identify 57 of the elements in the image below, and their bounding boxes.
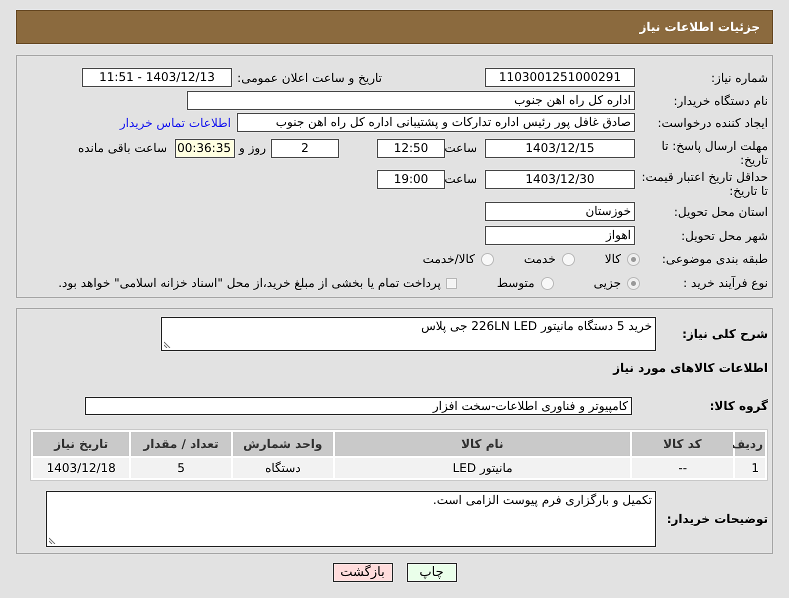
table-cell: 1 [735, 458, 765, 478]
checkbox-label: پرداخت تمام یا بخشی از مبلغ خرید،از محل "اسناد خزانه اسلامی" خواهد بود. [58, 275, 441, 292]
column-header: تعداد / مقدار [131, 432, 231, 456]
field-label: شرح کلی نیاز: [681, 326, 768, 343]
field-label: شهر محل تحویل: [680, 228, 768, 242]
time-label: ساعت [445, 140, 478, 157]
column-header: تاریخ نیاز [32, 432, 130, 456]
input-field[interactable]: 1403/12/13 - 11:51 [82, 68, 232, 87]
time-label: ساعت [445, 171, 478, 188]
description-text: خرید 5 دستگاه مانیتور 226LN LED جی پلاس [421, 319, 652, 333]
column-header: کد کالا [632, 432, 733, 456]
table-cell: -- [632, 458, 734, 478]
input-field[interactable]: صادق غافل پور رئیس اداره تدارکات و پشتیبانی اداره کل راه اهن جنوب [237, 113, 635, 132]
table-cell: دستگاه [232, 458, 334, 478]
input-field[interactable]: کامپیوتر و فناوری اطلاعات-سخت افزار [85, 397, 632, 415]
input-field[interactable]: اداره کل راه اهن جنوب [187, 91, 635, 110]
radio-label: کالا [604, 251, 621, 268]
field-label: گروه کالا: [708, 398, 768, 415]
input-field[interactable]: خوزستان [485, 202, 635, 221]
input-field[interactable]: 00:36:35 [175, 139, 235, 158]
field-label: تاریخ و ساعت اعلان عمومی: [236, 70, 382, 84]
input-field[interactable]: 1403/12/30 [485, 170, 635, 189]
input-field[interactable]: اهواز [485, 226, 635, 245]
input-field[interactable]: 2 [271, 139, 339, 158]
radio-label: خدمت [524, 251, 556, 268]
field-label: ایجاد کننده درخواست: [656, 116, 768, 130]
input-field[interactable]: 1403/12/15 [485, 139, 635, 158]
radio-label: متوسط [496, 275, 535, 292]
field-label: نوع فرآیند خرید : [682, 276, 768, 290]
notes-text: تکمیل و بارگزاری فرم پیوست الزامی است. [432, 493, 652, 507]
field-label: شماره نیاز: [710, 70, 768, 84]
table-cell: مانیتور LED [335, 458, 630, 478]
input-field[interactable]: 19:00 [377, 170, 445, 189]
back-button[interactable]: بازگشت [332, 563, 392, 582]
radio-label: جزیی [594, 275, 621, 292]
input-field[interactable]: 1103001251000291 [485, 68, 635, 87]
print-button[interactable]: چاپ [406, 563, 456, 582]
column-header: ردیف [735, 432, 765, 456]
table-cell: 5 [131, 458, 231, 478]
contact-link[interactable]: اطلاعات تماس خریدار [120, 114, 231, 132]
header-title: جزئیات اطلاعات نیاز [639, 19, 760, 36]
column-header: نام کالا [334, 432, 630, 456]
section-title: اطلاعات کالاهای مورد نیاز [612, 360, 768, 377]
field-label: استان محل تحویل: [672, 204, 768, 218]
field-label: نام دستگاه خریدار: [672, 94, 768, 108]
days-label: روز و [238, 140, 267, 157]
remaining-label: ساعت باقی مانده [78, 140, 168, 157]
text-area[interactable]: تکمیل و بارگزاری فرم پیوست الزامی است. [46, 491, 656, 547]
field-label: مهلت ارسال پاسخ: تا تاریخ: [660, 139, 768, 167]
input-field[interactable]: 12:50 [377, 139, 445, 158]
field-label: حداقل تاریخ اعتبار قیمت: تا تاریخ: [640, 170, 768, 198]
table-cell: 1403/12/18 [33, 458, 130, 478]
column-header: واحد شمارش [232, 432, 333, 456]
text-area[interactable]: خرید 5 دستگاه مانیتور 226LN LED جی پلاس [161, 317, 656, 351]
field-label: طبقه بندی موضوعی: [660, 252, 768, 266]
radio-label: کالا/خدمت [422, 251, 475, 268]
field-label: توضیحات خریدار: [666, 511, 768, 528]
